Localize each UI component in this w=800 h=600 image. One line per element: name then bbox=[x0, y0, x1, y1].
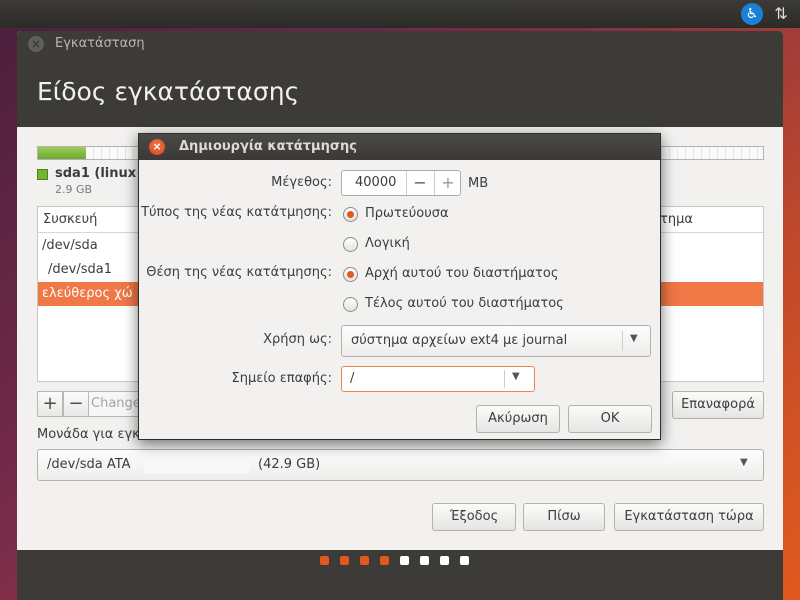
use-as-label: Χρήση ως: bbox=[263, 332, 332, 347]
radio-logical[interactable] bbox=[343, 237, 358, 252]
partition-legend-swatch bbox=[37, 169, 48, 180]
use-as-select[interactable]: σύστημα αρχείων ext4 με journal ▼ bbox=[341, 325, 651, 357]
close-icon[interactable]: × bbox=[149, 139, 165, 155]
size-unit: MB bbox=[468, 176, 489, 191]
page-title: Είδος εγκατάστασης bbox=[37, 77, 300, 106]
radio-primary-label[interactable]: Πρωτεύουσα bbox=[365, 206, 449, 221]
type-label: Τύπος της νέας κατάτμησης: bbox=[141, 205, 332, 220]
progress-dot bbox=[460, 556, 469, 565]
chevron-down-icon[interactable]: ▼ bbox=[512, 371, 520, 382]
mount-point-label: Σημείο επαφής: bbox=[231, 371, 332, 386]
remove-partition-button[interactable]: − bbox=[63, 391, 89, 417]
boot-loader-device: /dev/sda ATA bbox=[47, 457, 131, 472]
row-device: ελεύθερος χώ bbox=[42, 286, 133, 301]
boot-loader-size: (42.9 GB) bbox=[258, 457, 321, 472]
page-header: Είδος εγκατάστασης bbox=[17, 57, 783, 127]
dialog-title: Δημιουργία κατάτμησης bbox=[179, 139, 357, 154]
decrement-button[interactable]: − bbox=[407, 172, 433, 194]
progress-dot bbox=[400, 556, 409, 565]
radio-begin[interactable] bbox=[343, 267, 358, 282]
radio-primary[interactable] bbox=[343, 207, 358, 222]
close-icon[interactable]: × bbox=[28, 36, 44, 52]
network-icon[interactable]: ⇅ bbox=[770, 3, 792, 25]
radio-end-label[interactable]: Τέλος αυτού του διαστήματος bbox=[365, 296, 564, 311]
boot-loader-select[interactable]: /dev/sda ATA (42.9 GB) ▼ bbox=[37, 449, 764, 481]
change-button-label: Change bbox=[91, 396, 141, 411]
size-spinbox[interactable]: 40000 − + bbox=[341, 170, 461, 196]
progress-dot bbox=[340, 556, 349, 565]
chevron-down-icon: ▼ bbox=[630, 333, 638, 344]
radio-begin-label[interactable]: Αρχή αυτού του διαστήματος bbox=[365, 266, 558, 281]
redacted-model bbox=[144, 458, 249, 474]
progress-dot bbox=[360, 556, 369, 565]
window-title: Εγκατάσταση bbox=[55, 36, 145, 51]
radio-end[interactable] bbox=[343, 297, 358, 312]
dialog-titlebar: × Δημιουργία κατάτμησης bbox=[139, 134, 660, 160]
window-titlebar: × Εγκατάσταση bbox=[17, 31, 783, 57]
partition-legend-name: sda1 (linux-s bbox=[55, 166, 137, 181]
progress-dot bbox=[440, 556, 449, 565]
progress-dot bbox=[380, 556, 389, 565]
size-label: Μέγεθος: bbox=[271, 175, 332, 190]
row-device: /dev/sda1 bbox=[48, 262, 112, 277]
top-panel: ♿ ⇅ bbox=[0, 0, 800, 28]
chevron-down-icon: ▼ bbox=[740, 457, 748, 468]
row-device: /dev/sda bbox=[42, 238, 98, 253]
radio-logical-label[interactable]: Λογική bbox=[365, 236, 410, 251]
mount-point-combo[interactable]: / ▼ bbox=[341, 366, 535, 392]
quit-button[interactable]: Έξοδος bbox=[432, 503, 516, 531]
add-partition-button[interactable]: + bbox=[37, 391, 63, 417]
progress-dot bbox=[320, 556, 329, 565]
create-partition-dialog: × Δημιουργία κατάτμησης Μέγεθος: 40000 −… bbox=[138, 133, 661, 440]
back-button[interactable]: Πίσω bbox=[523, 503, 605, 531]
partition-legend-size: 2.9 GB bbox=[55, 183, 93, 196]
column-header-filesystem[interactable]: τημα bbox=[660, 212, 693, 227]
progress-dot bbox=[420, 556, 429, 565]
divider bbox=[622, 331, 623, 351]
increment-button[interactable]: + bbox=[435, 172, 461, 194]
column-header-device[interactable]: Συσκευή bbox=[43, 212, 97, 227]
size-value[interactable]: 40000 bbox=[355, 175, 396, 190]
cancel-button[interactable]: Ακύρωση bbox=[476, 405, 560, 433]
mount-point-value[interactable]: / bbox=[350, 371, 354, 386]
install-now-button[interactable]: Εγκατάσταση τώρα bbox=[614, 503, 764, 531]
use-as-value: σύστημα αρχείων ext4 με journal bbox=[351, 333, 568, 348]
accessibility-icon[interactable]: ♿ bbox=[741, 3, 763, 25]
revert-button[interactable]: Επαναφορά bbox=[672, 391, 764, 419]
ok-button[interactable]: OK bbox=[568, 405, 652, 433]
divider bbox=[504, 370, 505, 388]
location-label: Θέση της νέας κατάτμησης: bbox=[146, 265, 332, 280]
partition-bar-used bbox=[38, 147, 86, 159]
